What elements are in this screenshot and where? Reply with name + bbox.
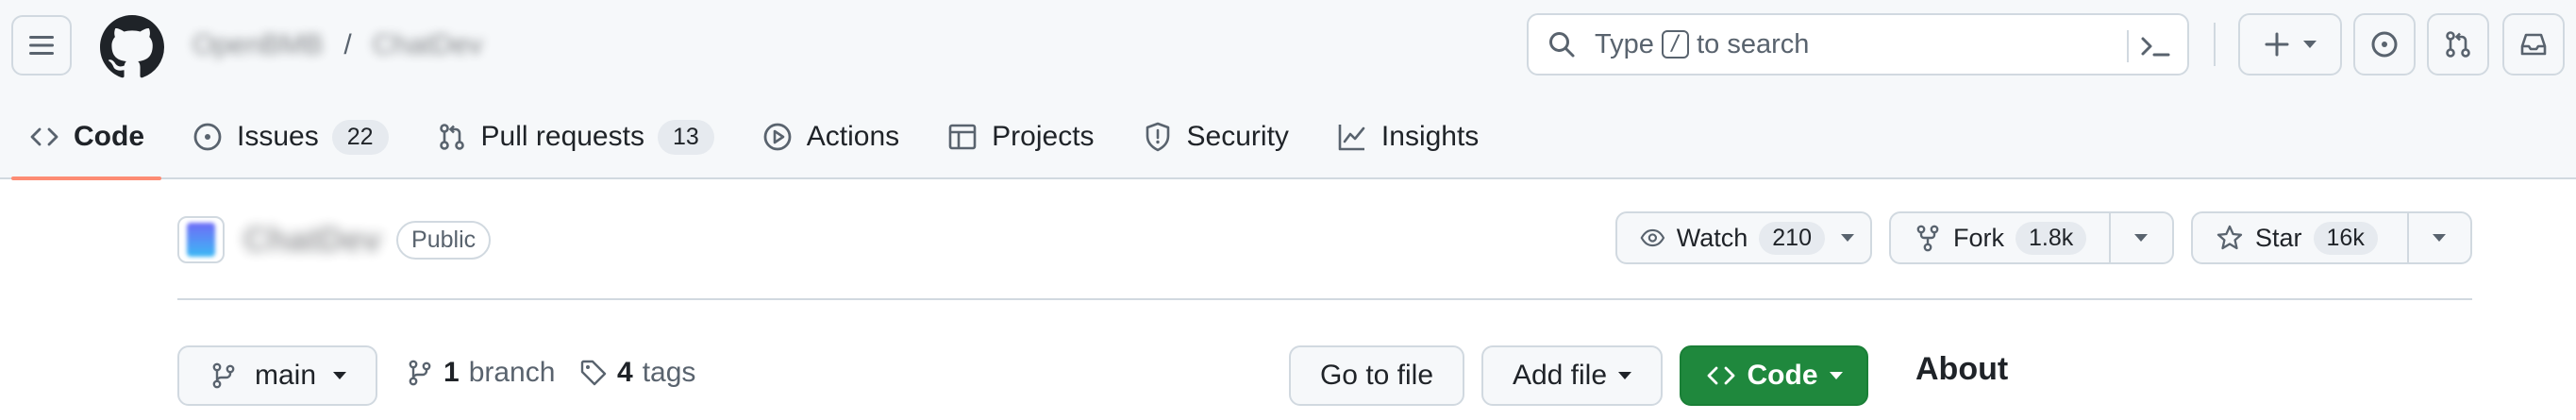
breadcrumb-separator: / bbox=[343, 29, 352, 60]
tag-count-label: tags bbox=[642, 357, 696, 388]
chevron-down-icon bbox=[333, 372, 347, 379]
add-file-label: Add file bbox=[1512, 360, 1608, 391]
star-label: Star bbox=[2255, 223, 2302, 252]
visibility-badge: Public bbox=[396, 220, 492, 260]
branch-select-button[interactable]: main bbox=[177, 345, 377, 406]
tab-insights[interactable]: Insights bbox=[1319, 109, 1496, 165]
tab-security[interactable]: Security bbox=[1125, 109, 1306, 165]
watch-label: Watch bbox=[1676, 223, 1748, 252]
fork-label: Fork bbox=[1953, 223, 2004, 252]
chevron-down-icon bbox=[2303, 41, 2317, 48]
tab-actions-label: Actions bbox=[806, 121, 900, 152]
your-issues-button[interactable] bbox=[2353, 13, 2416, 76]
repo-nav: Code Issues 22 Pull requests 13 Actions bbox=[11, 106, 1509, 180]
branch-count-label: branch bbox=[468, 357, 556, 388]
table-icon bbox=[948, 124, 977, 150]
git-branch-icon bbox=[212, 362, 235, 389]
command-palette-icon[interactable] bbox=[2138, 30, 2172, 62]
tab-insights-label: Insights bbox=[1380, 121, 1480, 152]
chevron-down-icon bbox=[1618, 372, 1632, 379]
github-logo-icon[interactable] bbox=[100, 15, 164, 79]
branch-count: 1 bbox=[443, 357, 460, 388]
repo-name[interactable]: ChatDev bbox=[243, 220, 381, 260]
star-button[interactable]: Star 16k bbox=[2193, 213, 2407, 262]
search-placeholder: Type / to search bbox=[1595, 29, 1809, 60]
repo-avatar bbox=[177, 216, 225, 263]
breadcrumb: OpenBMB / ChatDev bbox=[192, 26, 482, 64]
tab-actions[interactable]: Actions bbox=[744, 109, 916, 165]
tab-pull-requests-label: Pull requests bbox=[480, 121, 644, 152]
issues-counter: 22 bbox=[331, 119, 389, 155]
chevron-down-icon bbox=[1841, 234, 1854, 242]
breadcrumb-owner[interactable]: OpenBMB bbox=[192, 29, 323, 61]
code-button-label: Code bbox=[1747, 360, 1818, 391]
star-count: 16k bbox=[2313, 221, 2378, 255]
branches-link[interactable]: 1 branch bbox=[406, 357, 555, 389]
watch-button[interactable]: Watch 210 bbox=[1617, 213, 1825, 262]
fork-button-group: Fork 1.8k bbox=[1889, 211, 2174, 264]
star-dropdown[interactable] bbox=[2406, 213, 2470, 262]
code-icon bbox=[1707, 366, 1734, 385]
add-file-button[interactable]: Add file bbox=[1481, 345, 1663, 406]
about-heading: About bbox=[1915, 351, 2009, 387]
hamburger-icon bbox=[29, 36, 54, 55]
tab-code-label: Code bbox=[74, 121, 144, 152]
repo-logo-icon bbox=[187, 223, 215, 257]
pull-requests-counter: 13 bbox=[657, 119, 714, 155]
header-divider bbox=[2214, 23, 2216, 66]
fork-dropdown[interactable] bbox=[2108, 213, 2172, 262]
git-pull-request-icon bbox=[439, 124, 464, 150]
chevron-down-icon bbox=[2433, 234, 2447, 242]
chevron-down-icon bbox=[2134, 234, 2149, 242]
tab-projects-label: Projects bbox=[992, 121, 1095, 152]
plus-icon bbox=[2265, 32, 2289, 57]
watch-dropdown[interactable] bbox=[1825, 213, 1870, 262]
tab-issues[interactable]: Issues 22 bbox=[175, 109, 406, 165]
search-input[interactable]: Type / to search bbox=[1527, 13, 2189, 76]
tab-security-label: Security bbox=[1186, 121, 1289, 152]
fork-button[interactable]: Fork 1.8k bbox=[1891, 213, 2109, 262]
search-divider bbox=[2127, 30, 2129, 62]
slash-key-hint: / bbox=[1661, 30, 1690, 59]
eye-icon bbox=[1640, 228, 1665, 247]
shield-icon bbox=[1146, 122, 1169, 152]
issue-opened-icon bbox=[193, 123, 222, 151]
tab-issues-label: Issues bbox=[237, 121, 319, 152]
code-icon bbox=[30, 127, 59, 146]
search-placeholder-suffix: to search bbox=[1697, 28, 1810, 59]
watch-button-group: Watch 210 bbox=[1615, 211, 1872, 264]
search-icon bbox=[1547, 28, 1580, 60]
breadcrumb-repo[interactable]: ChatDev bbox=[373, 29, 483, 61]
inbox-icon bbox=[2520, 33, 2547, 56]
menu-button[interactable] bbox=[11, 15, 72, 76]
create-new-button[interactable] bbox=[2238, 13, 2342, 76]
tab-projects[interactable]: Projects bbox=[929, 109, 1111, 165]
repo-title-row: ChatDev Public bbox=[177, 211, 492, 268]
git-pull-request-icon bbox=[2446, 31, 2470, 58]
fork-count: 1.8k bbox=[2016, 221, 2087, 255]
star-button-group: Star 16k bbox=[2191, 211, 2472, 264]
your-pull-requests-button[interactable] bbox=[2427, 13, 2489, 76]
graph-icon bbox=[1338, 125, 1365, 151]
tag-count: 4 bbox=[617, 357, 633, 388]
play-icon bbox=[763, 123, 792, 151]
global-header: OpenBMB / ChatDev Type / to search Code … bbox=[0, 0, 2576, 180]
search-placeholder-prefix: Type bbox=[1595, 28, 1654, 59]
code-button[interactable]: Code bbox=[1680, 345, 1868, 406]
go-to-file-label: Go to file bbox=[1319, 360, 1434, 391]
chevron-down-icon bbox=[1829, 372, 1843, 379]
tab-code[interactable]: Code bbox=[11, 109, 161, 180]
branch-name: main bbox=[255, 360, 317, 391]
issue-opened-icon bbox=[2371, 31, 2398, 58]
tags-link[interactable]: 4 tags bbox=[579, 357, 695, 389]
go-to-file-button[interactable]: Go to file bbox=[1289, 345, 1464, 406]
section-divider bbox=[177, 298, 2472, 300]
tag-icon bbox=[580, 360, 607, 386]
tab-pull-requests[interactable]: Pull requests 13 bbox=[419, 109, 731, 165]
inbox-button[interactable] bbox=[2502, 13, 2565, 76]
star-icon bbox=[2216, 225, 2243, 250]
watch-count: 210 bbox=[1759, 221, 1825, 255]
repo-forked-icon bbox=[1916, 225, 1939, 252]
git-branch-icon bbox=[409, 360, 431, 386]
